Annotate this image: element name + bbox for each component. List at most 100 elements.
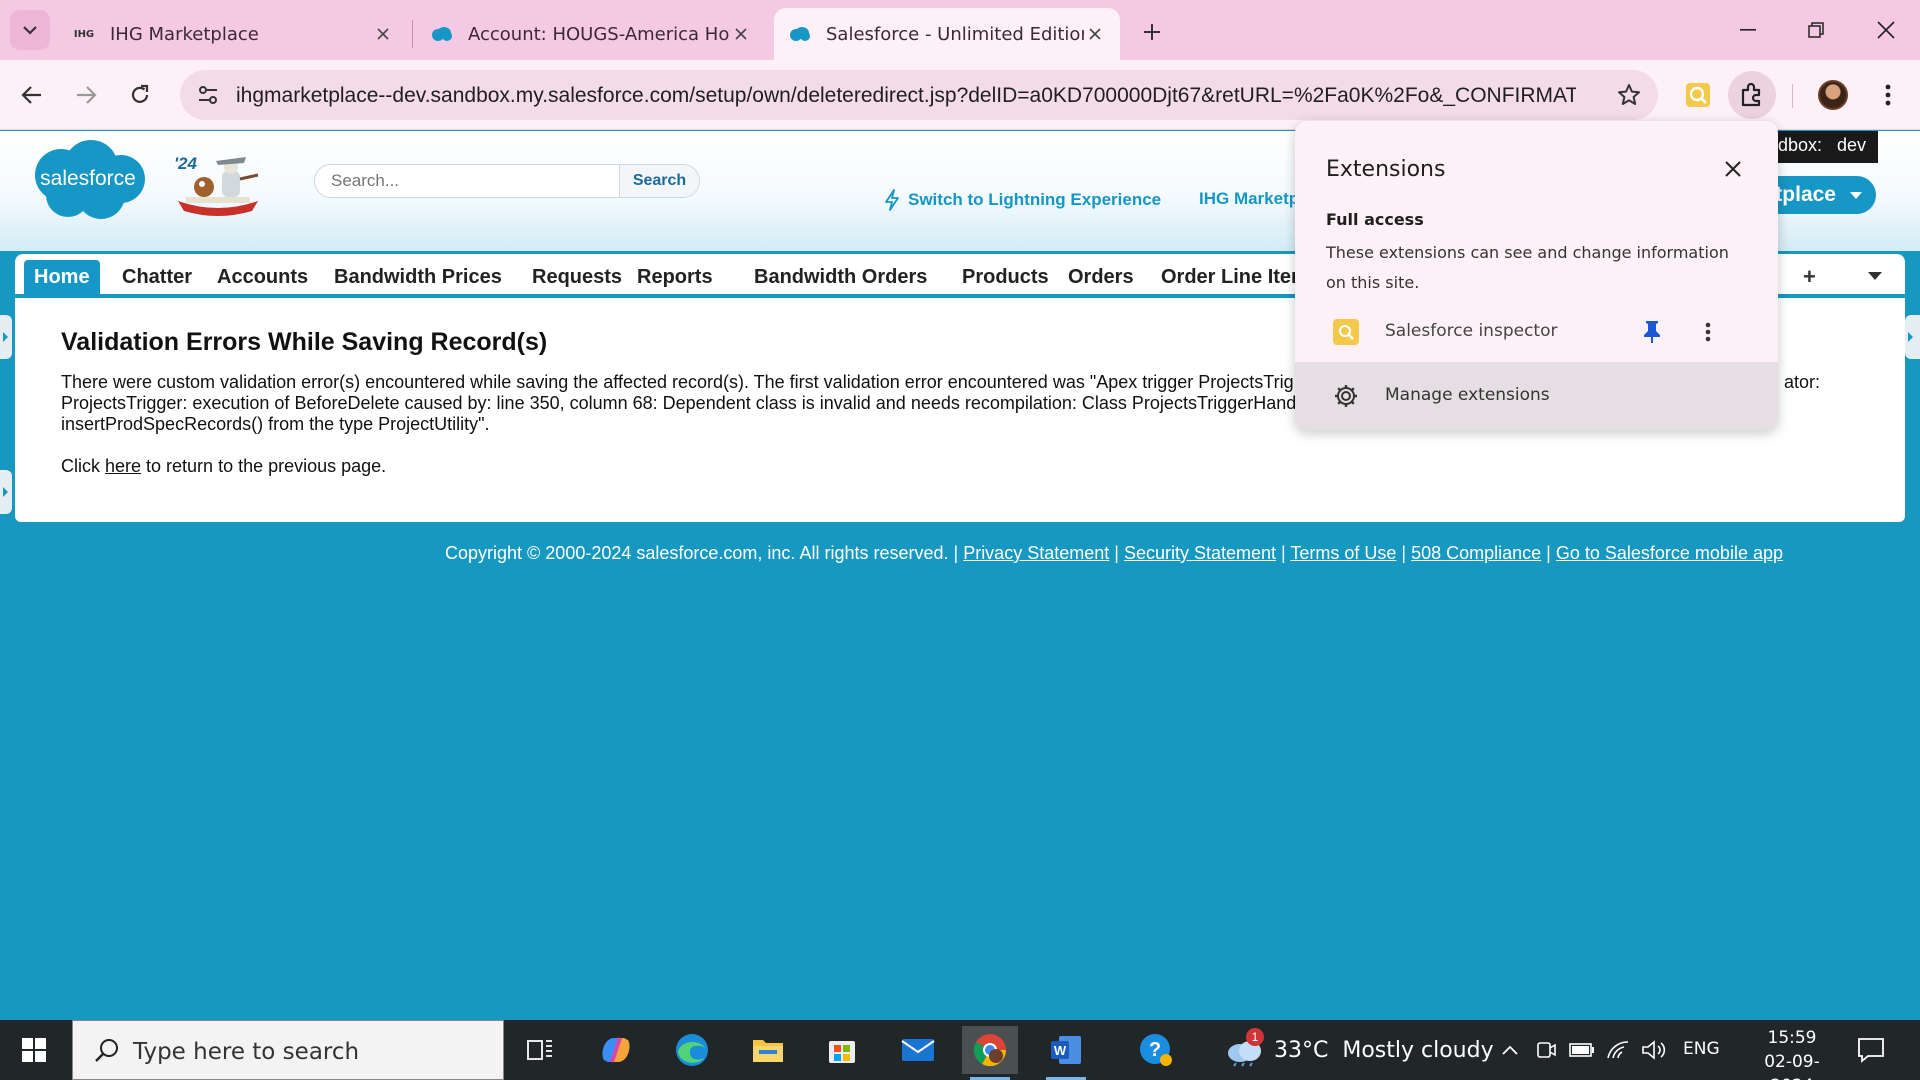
more-tabs-caret-icon[interactable] [1868, 272, 1882, 280]
tab-title: Salesforce - Unlimited Edition [826, 23, 1084, 45]
profile-avatar[interactable] [1809, 71, 1857, 119]
add-tab-plus-icon[interactable]: + [1803, 264, 1816, 290]
sf-tab-orders[interactable]: Orders [1058, 260, 1144, 294]
close-tab-icon[interactable] [372, 23, 394, 45]
weather-widget[interactable]: 33°C Mostly cloudy [1224, 1026, 1494, 1074]
browser-menu-button[interactable] [1864, 71, 1912, 119]
windows-start-icon[interactable] [14, 1034, 54, 1066]
pin-icon[interactable] [1637, 317, 1667, 347]
tab-search-button[interactable] [10, 10, 50, 50]
close-window-button[interactable] [1858, 8, 1914, 52]
weather-temperature: 33°C [1274, 1037, 1329, 1063]
extensions-puzzle-icon[interactable] [1728, 71, 1776, 119]
reload-button[interactable] [118, 73, 162, 117]
close-popup-button[interactable] [1715, 151, 1751, 187]
avatar [1818, 80, 1848, 110]
edge-browser-icon[interactable] [664, 1026, 720, 1074]
error-title: Validation Errors While Saving Record(s) [61, 328, 548, 356]
new-tab-button[interactable] [1132, 12, 1172, 52]
sf-tab-accounts[interactable]: Accounts [207, 260, 318, 294]
return-message: Click here to return to the previous pag… [61, 456, 386, 477]
extension-more-options-icon[interactable] [1693, 317, 1723, 347]
sf-tab-order-line-items[interactable]: Order Line Iter [1151, 260, 1309, 294]
508-compliance-link[interactable]: 508 Compliance [1411, 543, 1541, 563]
meet-now-icon[interactable] [1532, 1036, 1560, 1064]
right-sidebar-handle[interactable] [1905, 315, 1920, 359]
forward-button[interactable] [64, 73, 108, 117]
copilot-icon[interactable] [588, 1026, 644, 1074]
security-statement-link[interactable]: Security Statement [1124, 543, 1276, 563]
taskbar-search-box[interactable]: Type here to search [72, 1020, 504, 1080]
sf-tab-chatter[interactable]: Chatter [112, 260, 202, 294]
sf-tab-products[interactable]: Products [952, 260, 1059, 294]
mobile-app-link[interactable]: Go to Salesforce mobile app [1556, 543, 1783, 563]
extension-item-salesforce-inspector[interactable]: Salesforce inspector [1295, 303, 1778, 359]
sf-tab-reports[interactable]: Reports [627, 260, 723, 294]
plus-icon [1144, 24, 1160, 40]
chrome-taskbar-icon[interactable] [962, 1026, 1018, 1080]
return-here-link[interactable]: here [105, 456, 141, 476]
bookmark-star-icon[interactable] [1614, 80, 1644, 110]
full-access-heading: Full access [1326, 210, 1424, 229]
site-info-icon[interactable] [190, 77, 226, 113]
minimize-icon [1740, 29, 1756, 31]
tab-title: IHG Marketplace [110, 23, 259, 45]
extension-name: Salesforce inspector [1385, 321, 1558, 341]
close-tab-icon[interactable] [1084, 23, 1106, 45]
tab-salesforce-unlimited[interactable]: Salesforce - Unlimited Edition [774, 8, 1120, 60]
kebab-menu-icon [1885, 84, 1891, 106]
lightning-link-label: Switch to Lightning Experience [908, 190, 1162, 209]
tab-separator [412, 20, 413, 48]
battery-icon[interactable] [1568, 1036, 1596, 1064]
windows-taskbar: Type here to search W ? 33°C Mostly clou… [0, 1020, 1920, 1080]
sidebar-toggle-handle[interactable] [0, 315, 12, 359]
sf-tab-bandwidth-prices[interactable]: Bandwidth Prices [324, 260, 512, 294]
weather-description: Mostly cloudy [1342, 1037, 1494, 1063]
salesforce-inspector-extension-icon[interactable] [1674, 71, 1722, 119]
volume-icon[interactable] [1640, 1036, 1668, 1064]
mail-icon[interactable] [890, 1026, 946, 1074]
sf-tab-home[interactable]: Home [24, 260, 100, 294]
input-language[interactable]: ENG [1683, 1039, 1720, 1059]
sf-tab-requests[interactable]: Requests [522, 260, 632, 294]
switch-to-lightning-link[interactable]: Switch to Lightning Experience [884, 189, 1161, 211]
taskbar-clock[interactable]: 15:59 02-09-2024 [1752, 1026, 1832, 1080]
restore-button[interactable] [1788, 8, 1844, 52]
manage-extensions-button[interactable]: Manage extensions [1295, 362, 1778, 430]
full-access-description: These extensions can see and change info… [1326, 243, 1729, 292]
clock-date: 02-09-2024 [1764, 1052, 1820, 1080]
taskbar-search-placeholder: Type here to search [133, 1039, 360, 1065]
terms-of-use-link[interactable]: Terms of Use [1290, 543, 1396, 563]
sidebar-toggle-handle[interactable] [0, 470, 12, 514]
restore-icon [1808, 22, 1824, 38]
sf-search-box: Search [314, 164, 700, 198]
word-taskbar-icon[interactable]: W [1038, 1026, 1094, 1080]
notification-center-icon[interactable] [1856, 1036, 1886, 1064]
url-text[interactable]: ihgmarketplace--dev.sandbox.my.salesforc… [236, 84, 1576, 108]
sf-search-input[interactable] [315, 165, 619, 197]
tab-ihg-marketplace[interactable]: IHG IHG Marketplace [58, 8, 408, 60]
sf-search-button[interactable]: Search [619, 165, 699, 197]
close-tab-icon[interactable] [730, 23, 752, 45]
address-bar[interactable]: ihgmarketplace--dev.sandbox.my.salesforc… [180, 70, 1658, 120]
browser-toolbar: ihgmarketplace--dev.sandbox.my.salesforc… [0, 60, 1920, 130]
minimize-button[interactable] [1720, 8, 1776, 52]
ihg-favicon: IHG [73, 28, 95, 40]
reload-icon [131, 84, 149, 103]
salesforce-logo[interactable]: salesforce [26, 137, 150, 223]
get-help-icon[interactable]: ? [1128, 1026, 1184, 1074]
tab-account-hougs[interactable]: Account: HOUGS-America Hote [416, 8, 766, 60]
privacy-statement-link[interactable]: Privacy Statement [963, 543, 1109, 563]
back-button[interactable] [10, 73, 54, 117]
search-icon [95, 1039, 118, 1062]
wifi-icon[interactable] [1604, 1036, 1632, 1064]
logo-wordmark: salesforce [40, 167, 136, 190]
microsoft-store-icon[interactable] [814, 1026, 870, 1074]
salesforce-inspector-icon [1333, 319, 1359, 345]
sf-tab-bandwidth-orders[interactable]: Bandwidth Orders [744, 260, 937, 294]
show-hidden-icons-chevron-icon[interactable] [1496, 1036, 1524, 1064]
file-explorer-icon[interactable] [740, 1026, 796, 1074]
app-name-link[interactable]: IHG Marketp [1199, 189, 1299, 209]
task-view-icon[interactable] [512, 1026, 568, 1074]
clock-time: 15:59 [1767, 1028, 1817, 1048]
